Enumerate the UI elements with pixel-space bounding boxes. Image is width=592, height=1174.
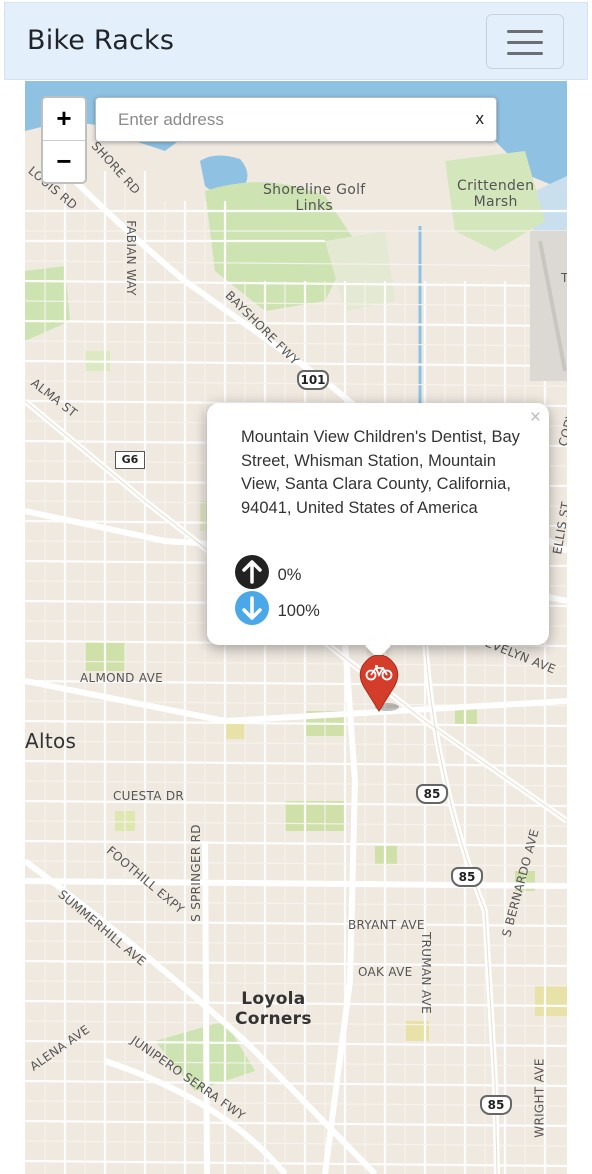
location-popup: × Mountain View Children's Dentist, Bay … xyxy=(207,403,549,659)
address-search-input[interactable] xyxy=(96,98,456,141)
map-label-loyola: Loyola Corners xyxy=(235,989,312,1029)
upvote-percent: 0% xyxy=(277,565,302,584)
map-label-oak: OAK AVE xyxy=(358,965,413,979)
downvote-row: 100% xyxy=(235,591,320,625)
map-label-fabian: FABIAN WAY xyxy=(123,220,138,296)
brand-title[interactable]: Bike Racks xyxy=(27,25,174,56)
navbar: Bike Racks xyxy=(4,2,588,80)
bike-rack-marker[interactable] xyxy=(357,654,401,713)
arrow-up-circle-icon[interactable] xyxy=(235,555,269,589)
popup-close-button[interactable]: × xyxy=(530,407,541,429)
map-label-wright: WRIGHT AVE xyxy=(532,1058,547,1138)
upvote-row: 0% xyxy=(235,555,301,589)
highway-85-shield-2: 85 xyxy=(451,867,483,887)
arrow-down-circle-icon[interactable] xyxy=(235,591,269,625)
road-g6-shield: G6 xyxy=(115,451,145,469)
map-label-cuesta: CUESTA DR xyxy=(113,789,185,803)
downvote-percent: 100% xyxy=(277,601,320,620)
zoom-out-button[interactable]: − xyxy=(43,141,85,183)
clear-search-button[interactable]: x xyxy=(476,109,485,129)
map-label-altos: Altos xyxy=(25,729,77,753)
highway-85-shield-3: 85 xyxy=(480,1095,512,1115)
map-label-bryant: BRYANT AVE xyxy=(348,918,425,932)
zoom-control: + − xyxy=(41,96,87,184)
hamburger-icon xyxy=(507,30,543,33)
popup-address: Mountain View Children's Dentist, Bay St… xyxy=(241,428,520,517)
address-search: x xyxy=(95,97,497,142)
map-label-crittenden: Crittenden Marsh xyxy=(457,178,535,210)
map-label-t: T xyxy=(561,271,567,285)
map-label-springer: S SPRINGER RD xyxy=(188,824,203,922)
highway-101-shield: 101 xyxy=(297,370,329,390)
map-label-shoreline: Shoreline Golf Links xyxy=(263,182,366,214)
zoom-in-button[interactable]: + xyxy=(43,98,85,141)
menu-toggle-button[interactable] xyxy=(486,14,564,69)
map-label-almond: ALMOND AVE xyxy=(80,671,163,685)
map-label-truman: TRUMAN AVE xyxy=(419,931,434,1015)
highway-85-shield-1: 85 xyxy=(416,784,448,804)
